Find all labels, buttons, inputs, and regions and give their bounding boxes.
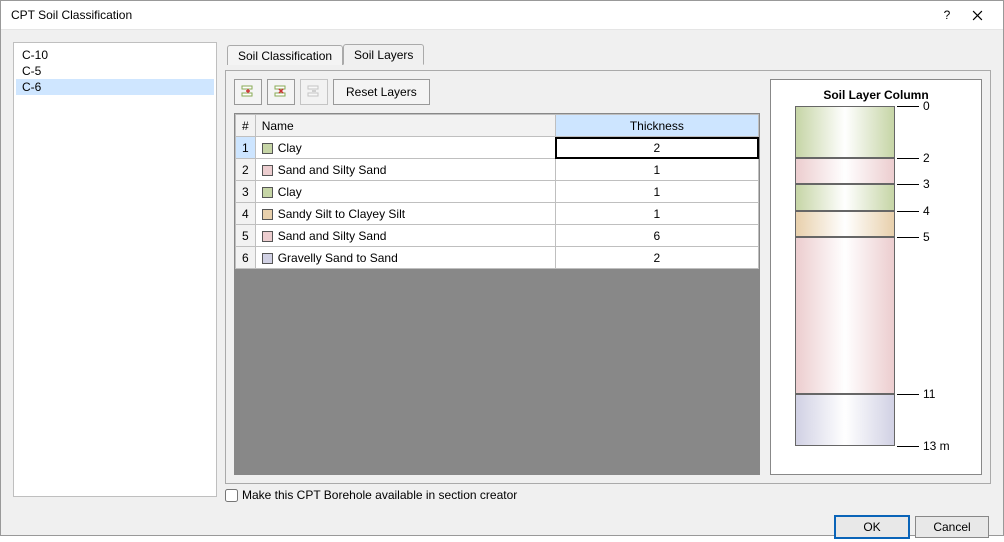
move-row-button: [300, 79, 328, 105]
col-header-name[interactable]: Name: [255, 115, 555, 137]
layer-name: Clay: [278, 141, 302, 155]
tab-strip: Soil ClassificationSoil Layers: [225, 42, 991, 64]
col-header-index[interactable]: #: [236, 115, 256, 137]
row-index[interactable]: 1: [236, 137, 256, 159]
layers-table[interactable]: # Name Thickness 1 Clay 2 2 Sand and Silty S…: [235, 114, 759, 269]
table-row[interactable]: 1 Clay 2: [236, 137, 759, 159]
cell-thickness[interactable]: 2: [555, 137, 758, 159]
layer-name: Sandy Silt to Clayey Silt: [278, 207, 405, 221]
cancel-button[interactable]: Cancel: [915, 516, 989, 538]
sidebar-item[interactable]: C-5: [16, 63, 214, 79]
tab[interactable]: Soil Layers: [343, 44, 424, 65]
cell-name[interactable]: Sand and Silty Sand: [255, 225, 555, 247]
column-title: Soil Layer Column: [777, 88, 975, 102]
move-up-icon: [306, 84, 322, 100]
row-index[interactable]: 6: [236, 247, 256, 269]
strata-stack: [795, 106, 895, 460]
stratum: [795, 394, 895, 446]
stratum: [795, 106, 895, 158]
ok-button[interactable]: OK: [835, 516, 909, 538]
delete-row-icon: [273, 84, 289, 100]
window-title: CPT Soil Classification: [11, 8, 937, 22]
reset-layers-button[interactable]: Reset Layers: [333, 79, 430, 105]
col-header-thickness[interactable]: Thickness: [555, 115, 758, 137]
layers-table-container: # Name Thickness 1 Clay 2 2 Sand and Silty S…: [234, 113, 760, 475]
delete-row-button[interactable]: [267, 79, 295, 105]
borehole-list[interactable]: C-10C-5C-6: [13, 42, 217, 497]
row-index[interactable]: 4: [236, 203, 256, 225]
color-swatch: [262, 187, 273, 198]
table-row[interactable]: 4 Sandy Silt to Clayey Silt 1: [236, 203, 759, 225]
stratum: [795, 184, 895, 210]
layer-name: Gravelly Sand to Sand: [278, 251, 398, 265]
table-row[interactable]: 5 Sand and Silty Sand 6: [236, 225, 759, 247]
insert-row-icon: [240, 84, 256, 100]
depth-ticks: 023451113 m: [897, 106, 967, 460]
titlebar: CPT Soil Classification ?: [1, 1, 1003, 30]
section-creator-label[interactable]: Make this CPT Borehole available in sect…: [242, 488, 517, 502]
cell-name[interactable]: Gravelly Sand to Sand: [255, 247, 555, 269]
insert-row-button[interactable]: [234, 79, 262, 105]
cell-name[interactable]: Sandy Silt to Clayey Silt: [255, 203, 555, 225]
table-row[interactable]: 6 Gravelly Sand to Sand 2: [236, 247, 759, 269]
row-index[interactable]: 2: [236, 159, 256, 181]
color-swatch: [262, 165, 273, 176]
soil-layer-column: Soil Layer Column 023451113 m: [770, 79, 982, 475]
layer-name: Clay: [278, 185, 302, 199]
cell-thickness[interactable]: 1: [555, 159, 758, 181]
cell-name[interactable]: Clay: [255, 181, 555, 203]
sidebar-item[interactable]: C-10: [16, 47, 214, 63]
section-creator-checkbox[interactable]: [225, 489, 238, 502]
table-row[interactable]: 3 Clay 1: [236, 181, 759, 203]
cell-thickness[interactable]: 1: [555, 203, 758, 225]
stratum: [795, 158, 895, 184]
cell-thickness[interactable]: 1: [555, 181, 758, 203]
cell-name[interactable]: Clay: [255, 137, 555, 159]
color-swatch: [262, 143, 273, 154]
sidebar-item[interactable]: C-6: [16, 79, 214, 95]
close-icon: [972, 10, 983, 21]
layer-name: Sand and Silty Sand: [278, 163, 387, 177]
tab[interactable]: Soil Classification: [227, 45, 343, 65]
color-swatch: [262, 209, 273, 220]
cell-thickness[interactable]: 2: [555, 247, 758, 269]
row-index[interactable]: 3: [236, 181, 256, 203]
stratum: [795, 211, 895, 237]
close-button[interactable]: [957, 1, 997, 29]
cell-thickness[interactable]: 6: [555, 225, 758, 247]
row-index[interactable]: 5: [236, 225, 256, 247]
table-row[interactable]: 2 Sand and Silty Sand 1: [236, 159, 759, 181]
soil-layers-panel: Reset Layers # Name Thickness 1C: [225, 70, 991, 484]
cell-name[interactable]: Sand and Silty Sand: [255, 159, 555, 181]
color-swatch: [262, 231, 273, 242]
stratum: [795, 237, 895, 394]
help-button[interactable]: ?: [937, 1, 957, 29]
color-swatch: [262, 253, 273, 264]
toolbar: Reset Layers: [234, 79, 760, 105]
layer-name: Sand and Silty Sand: [278, 229, 387, 243]
